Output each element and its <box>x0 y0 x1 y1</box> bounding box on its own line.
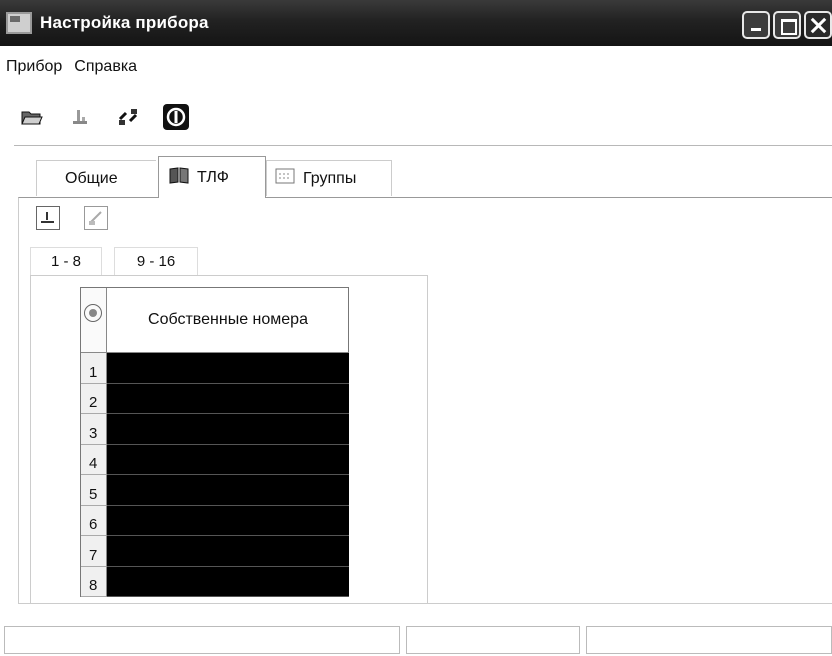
tab-tlf-label: ТЛФ <box>197 168 229 186</box>
toolbar <box>18 97 190 137</box>
number-cell[interactable] <box>107 414 349 445</box>
window-controls <box>742 11 832 39</box>
row-number[interactable]: 1 <box>81 353 107 384</box>
tab-groups-label: Группы <box>303 169 357 187</box>
app-icon <box>6 12 32 34</box>
general-icon <box>45 173 57 185</box>
subtab-1-8[interactable]: 1 - 8 <box>30 247 102 275</box>
table-row: 5 <box>81 475 349 506</box>
maximize-button[interactable] <box>773 11 801 39</box>
table-row: 4 <box>81 444 349 475</box>
table-row: 3 <box>81 414 349 445</box>
menu-bar: Прибор Справка <box>0 58 143 82</box>
table-row: 7 <box>81 536 349 567</box>
tab-general-label: Общие <box>65 169 118 187</box>
open-folder-icon[interactable] <box>18 103 46 131</box>
status-panel-1 <box>4 626 400 654</box>
title-bar: Настройка прибора <box>0 0 832 46</box>
connect-icon[interactable] <box>114 103 142 131</box>
table-row: 6 <box>81 505 349 536</box>
window-title: Настройка прибора <box>40 13 209 32</box>
subtab-9-16[interactable]: 9 - 16 <box>114 247 198 275</box>
number-cell[interactable] <box>107 444 349 475</box>
number-cell[interactable] <box>107 566 349 597</box>
tab-tlf[interactable]: ТЛФ <box>158 156 266 198</box>
row-number[interactable]: 8 <box>81 566 107 597</box>
number-cell[interactable] <box>107 505 349 536</box>
power-icon[interactable] <box>162 103 190 131</box>
number-cell[interactable] <box>107 353 349 384</box>
status-panel-2 <box>406 626 580 654</box>
add-number-button[interactable] <box>36 206 60 230</box>
row-number[interactable]: 2 <box>81 383 107 414</box>
table-row: 8 <box>81 566 349 597</box>
row-number[interactable]: 5 <box>81 475 107 506</box>
row-number[interactable]: 4 <box>81 444 107 475</box>
status-panel-3 <box>586 626 832 654</box>
row-number[interactable]: 3 <box>81 414 107 445</box>
toolbar-separator <box>14 145 832 146</box>
table-row: 1 <box>81 353 349 384</box>
menu-device[interactable]: Прибор <box>0 58 68 82</box>
grid-corner[interactable] <box>81 288 107 353</box>
phonebook-icon <box>169 166 189 189</box>
groups-icon <box>275 168 295 189</box>
tab-general[interactable]: Общие <box>36 160 156 196</box>
minimize-button[interactable] <box>742 11 770 39</box>
row-number[interactable]: 6 <box>81 505 107 536</box>
close-button[interactable] <box>804 11 832 39</box>
number-cell[interactable] <box>107 383 349 414</box>
number-cell[interactable] <box>107 536 349 567</box>
save-icon[interactable] <box>66 103 94 131</box>
menu-help[interactable]: Справка <box>68 58 143 82</box>
number-cell[interactable] <box>107 475 349 506</box>
column-header-own-numbers[interactable]: Собственные номера <box>107 288 349 353</box>
numbers-grid: Собственные номера 1 2 3 4 5 6 7 8 <box>80 287 349 597</box>
select-all-icon <box>84 304 102 322</box>
tab-groups[interactable]: Группы <box>266 160 392 196</box>
clear-button[interactable] <box>84 206 108 230</box>
row-number[interactable]: 7 <box>81 536 107 567</box>
grid-rows: 1 2 3 4 5 6 7 8 <box>81 353 349 597</box>
table-row: 2 <box>81 383 349 414</box>
